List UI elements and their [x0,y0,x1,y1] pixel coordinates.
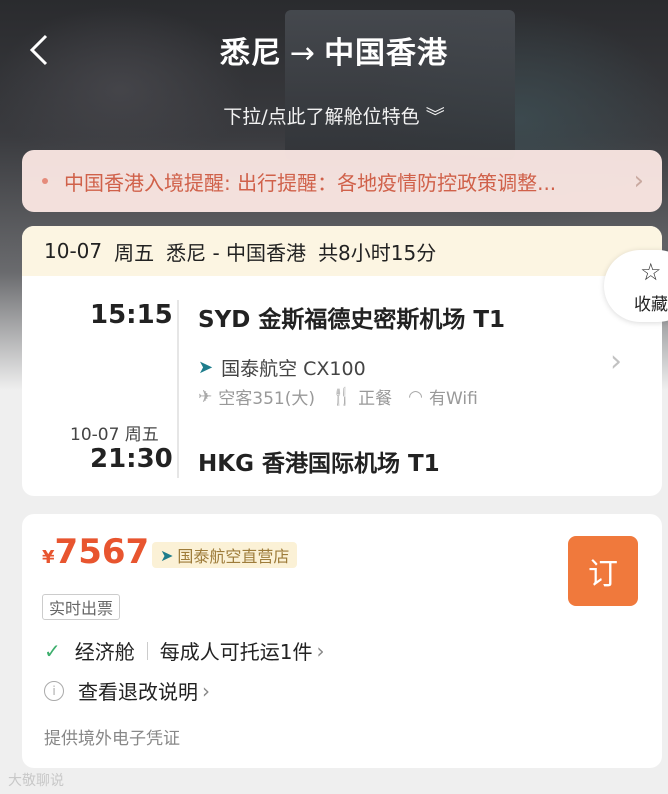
chevron-right-icon: › [316,638,325,663]
book-button[interactable]: 订 [568,536,638,606]
voucher-note: 提供境外电子凭证 [44,729,180,749]
refund-policy-label: 查看退改说明 [78,680,198,704]
arrival-date: 10-07 周五 [70,425,159,445]
timeline-divider [177,300,179,478]
double-chevron-down-icon: ︾ [425,106,445,128]
refund-policy-link[interactable]: i 查看退改说明 › [44,676,210,705]
offer-card: ¥7567 ➤ 国泰航空直营店 实时出票 订 ✓ 经济舱 每成人可托运1件 › … [22,514,662,768]
arrival-airport: HKG 香港国际机场 T1 [198,451,440,477]
wifi-icon: ◠ [408,386,423,407]
destination-city: 中国香港 [324,36,449,71]
flight-route: 悉尼 - 中国香港 [166,240,307,265]
info-icon: i [44,680,64,701]
cabin-baggage-row[interactable]: ✓ 经济舱 每成人可托运1件 › [44,636,325,665]
airline-logo-icon: ➤ [160,545,174,565]
baggage-allowance: 每成人可托运1件 [159,640,313,664]
notice-bar[interactable]: 中国香港入境提醒: 出行提醒：各地疫情防控政策调整... › [22,150,662,212]
flight-amenities: ✈ 空客351(大) 🍴 正餐 ◠ 有Wifi [198,384,478,410]
flight-weekday: 周五 [114,240,155,265]
currency-symbol: ¥ [42,547,55,568]
arrival-time: 21:30 [90,444,173,474]
flight-date: 10-07 [44,239,103,263]
origin-city: 悉尼 [219,36,282,71]
chevron-right-icon: › [202,678,210,703]
watermark: 大敬聊说 [8,773,64,789]
flight-summary: 10-07 周五 悉尼 - 中国香港 共8小时15分 [22,226,662,276]
flight-card[interactable]: 10-07 周五 悉尼 - 中国香港 共8小时15分 15:15 SYD 金斯福… [22,226,662,496]
plane-icon: ✈ [198,386,213,407]
star-icon: ☆ [640,258,662,286]
aircraft-type: 空客351(大) [218,389,315,409]
pull-text: 下拉/点此了解舱位特色 [223,106,420,128]
store-badge[interactable]: ➤ 国泰航空直营店 [152,542,298,568]
meal-info: 正餐 [358,389,393,409]
price-amount: 7567 [54,532,150,572]
airline-flight-number: 国泰航空 CX100 [221,358,366,380]
chevron-right-icon: › [610,344,622,379]
favorite-label: 收藏 [634,295,668,315]
cabin-feature-link[interactable]: 下拉/点此了解舱位特色 ︾ [0,102,668,129]
check-icon: ✓ [44,638,61,663]
instant-ticket-tag: 实时出票 [42,594,121,620]
wifi-info: 有Wifi [428,389,478,409]
airline-logo-icon: ➤ [198,357,214,378]
route-arrow: → [289,36,317,71]
departure-airport: SYD 金斯福德史密斯机场 T1 [198,307,506,333]
notice-text: 中国香港入境提醒: 出行提醒：各地疫情防控政策调整... [64,170,557,195]
airline-info: ➤ 国泰航空 CX100 [198,354,366,381]
flight-duration: 共8小时15分 [318,240,437,265]
cabin-class: 经济舱 [74,640,135,664]
departure-time: 15:15 [90,300,173,330]
page-title: 悉尼 → 中国香港 [0,28,668,72]
notice-dot-icon [42,178,48,184]
favorite-button[interactable]: ☆ 收藏 [604,250,668,322]
meal-icon: 🍴 [330,386,353,407]
price: ¥7567 [42,532,149,572]
divider [146,641,148,660]
chevron-right-icon: › [633,166,644,196]
store-name: 国泰航空直营店 [177,547,290,566]
